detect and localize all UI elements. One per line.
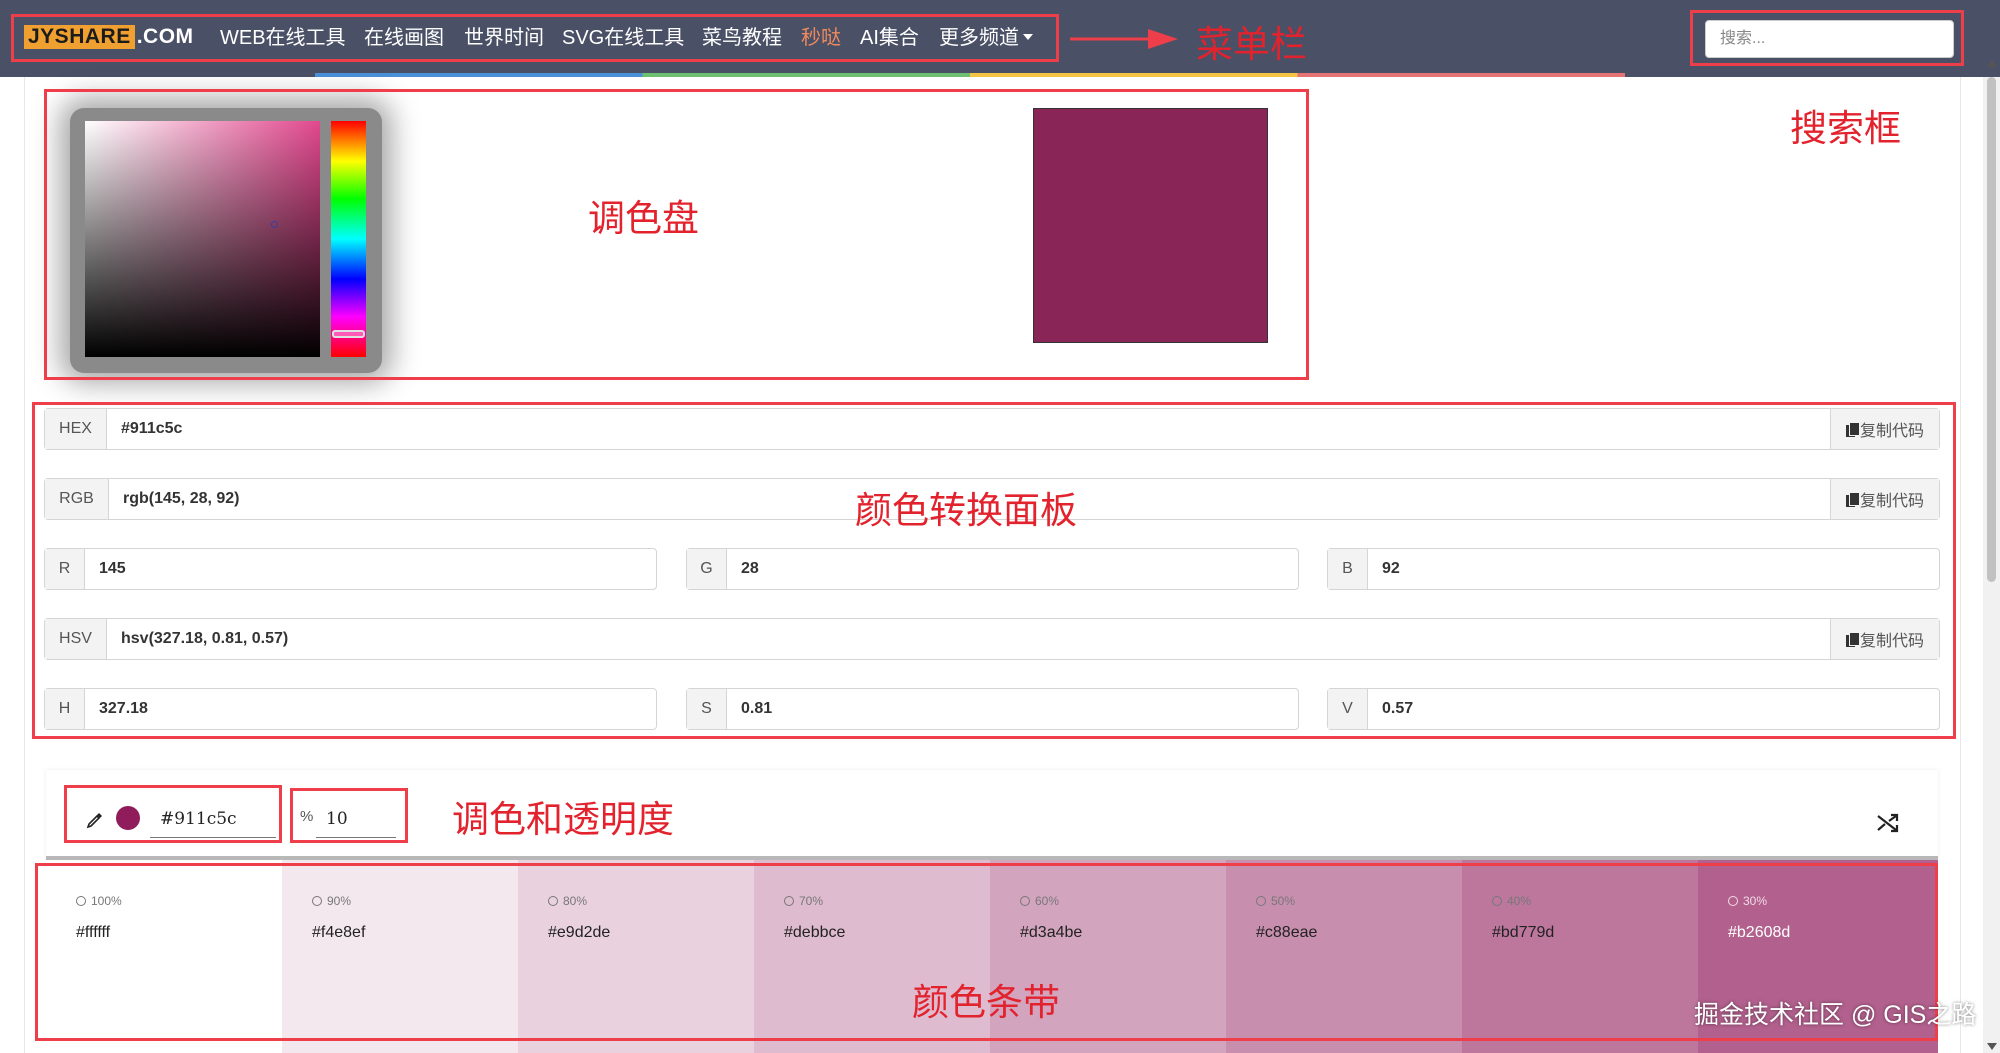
scrollbar-thumb[interactable]: [1987, 77, 1996, 582]
annotation-arrow-icon: [1070, 29, 1178, 49]
tint-annotation-box: [64, 785, 282, 843]
scroll-up-arrow-icon[interactable]: [1987, 60, 1997, 67]
content-right-border: [1960, 77, 1961, 1053]
search-annotation-label: 搜索框: [1790, 107, 1901, 150]
navbar-color-stripe: [315, 73, 1625, 77]
strip-annotation-label: 颜色条带: [912, 981, 1060, 1024]
conversion-annotation-label: 颜色转换面板: [855, 489, 1077, 532]
conversion-annotation-box: [32, 402, 1956, 739]
vertical-scrollbar[interactable]: [1983, 77, 2000, 1053]
tint-annotation-label: 调色和透明度: [452, 798, 674, 841]
menu-annotation-box: [11, 14, 1059, 62]
palette-annotation-label: 调色盘: [588, 197, 699, 240]
percent-annotation-box: [290, 788, 408, 843]
content-left-border: [24, 77, 25, 1053]
watermark-text: 掘金技术社区 @ GIS之路: [1694, 1001, 1977, 1029]
scroll-down-arrow-icon[interactable]: [1987, 1043, 1997, 1050]
search-annotation-box: [1690, 10, 1964, 66]
menu-annotation-label: 菜单栏: [1196, 23, 1307, 66]
shuffle-icon[interactable]: [1876, 812, 1900, 834]
